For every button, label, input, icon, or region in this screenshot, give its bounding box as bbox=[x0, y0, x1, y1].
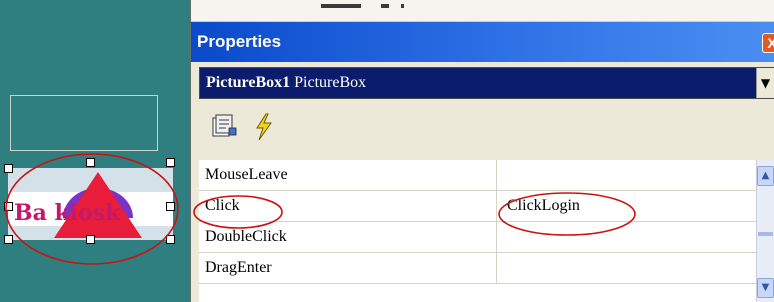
menu-fragment bbox=[401, 4, 404, 8]
event-name: DoubleClick bbox=[199, 222, 497, 253]
event-handler-value[interactable] bbox=[497, 253, 759, 284]
event-name: Click bbox=[199, 191, 497, 222]
event-row-doubleclick[interactable]: DoubleClick bbox=[199, 222, 759, 253]
event-name: DragEnter bbox=[199, 253, 497, 284]
resize-handle-bottom-left[interactable] bbox=[4, 235, 13, 244]
scroll-thumb[interactable] bbox=[758, 232, 773, 236]
scroll-down-button[interactable]: ▼ bbox=[757, 278, 774, 298]
event-row-mouseleave[interactable]: MouseLeave bbox=[199, 160, 759, 191]
menu-strip-fragment bbox=[191, 0, 774, 22]
resize-handle-right[interactable] bbox=[166, 202, 175, 211]
menu-fragment bbox=[381, 4, 389, 8]
vertical-scrollbar[interactable]: ▲ ▼ bbox=[756, 160, 774, 302]
resize-handle-top-left[interactable] bbox=[4, 164, 13, 173]
properties-toolbar bbox=[199, 104, 774, 154]
properties-title-bar[interactable]: Properties X bbox=[191, 22, 774, 62]
events-lightning-icon bbox=[256, 113, 272, 141]
selected-object-type: PictureBox bbox=[294, 74, 367, 91]
resize-handle-top[interactable] bbox=[86, 158, 95, 167]
events-grid: MouseLeave Click ClickLogin DoubleClick … bbox=[199, 160, 774, 302]
event-row-dragenter[interactable]: DragEnter bbox=[199, 253, 759, 284]
event-name: MouseLeave bbox=[199, 160, 497, 191]
event-handler-value[interactable] bbox=[497, 222, 759, 253]
picturebox-control[interactable]: Ba kiosk bbox=[8, 168, 173, 240]
event-handler-value[interactable]: ClickLogin bbox=[497, 191, 759, 222]
event-handler-value[interactable] bbox=[497, 160, 759, 191]
property-pages-button[interactable] bbox=[209, 112, 239, 142]
resize-handle-bottom[interactable] bbox=[86, 235, 95, 244]
resize-handle-left[interactable] bbox=[4, 202, 13, 211]
close-button[interactable]: X bbox=[762, 33, 774, 53]
resize-handle-bottom-right[interactable] bbox=[166, 235, 175, 244]
textbox-control[interactable] bbox=[10, 95, 158, 151]
events-button[interactable] bbox=[249, 112, 279, 142]
object-selector-dropdown[interactable]: PictureBox1 PictureBox ▼ bbox=[199, 67, 774, 99]
logo-text: Ba kiosk bbox=[14, 200, 121, 226]
properties-title: Properties bbox=[197, 32, 282, 51]
scroll-up-button[interactable]: ▲ bbox=[757, 166, 774, 186]
resize-handle-top-right[interactable] bbox=[166, 158, 175, 167]
property-pages-icon bbox=[212, 114, 237, 137]
selected-object-label: PictureBox1 PictureBox bbox=[206, 74, 366, 92]
properties-window: Properties X PictureBox1 PictureBox ▼ Mo… bbox=[190, 0, 774, 302]
form-designer-surface: Ba kiosk bbox=[0, 0, 190, 302]
menu-fragment bbox=[321, 4, 361, 8]
selected-object-name: PictureBox1 bbox=[206, 74, 291, 91]
event-row-click[interactable]: Click ClickLogin bbox=[199, 191, 759, 222]
chevron-down-icon[interactable]: ▼ bbox=[756, 68, 774, 98]
